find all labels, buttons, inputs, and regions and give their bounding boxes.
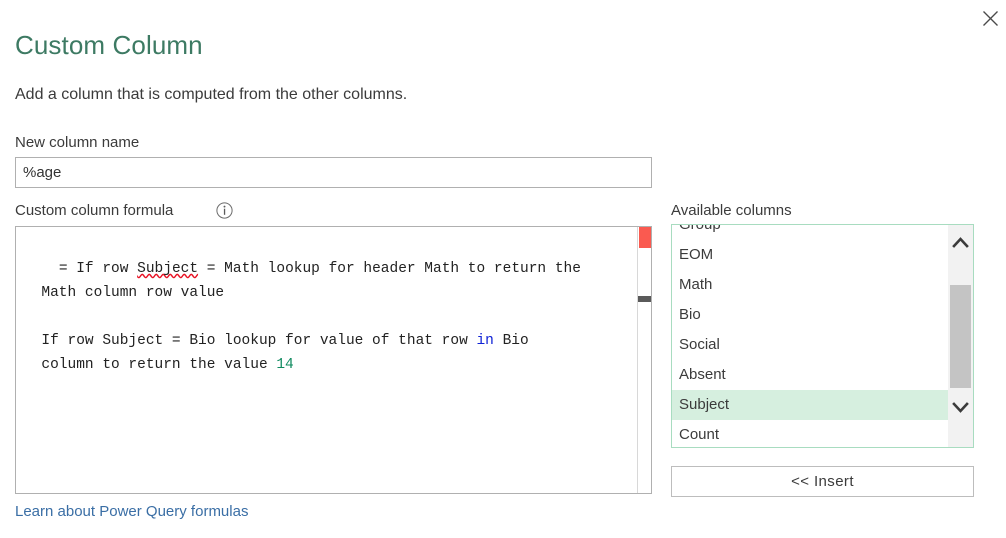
available-columns-label: Available columns (671, 202, 792, 219)
available-columns-scrollbar[interactable] (948, 225, 973, 447)
list-item[interactable]: Social (672, 330, 949, 360)
list-item-label: Subject (679, 396, 730, 413)
list-item-label: Social (679, 336, 720, 353)
info-icon[interactable] (216, 202, 233, 219)
new-column-name-input[interactable] (15, 157, 652, 188)
learn-about-power-query-formulas-link[interactable]: Learn about Power Query formulas (15, 502, 248, 521)
custom-column-formula-editor[interactable]: = If row Subject = Math lookup for heade… (15, 226, 652, 494)
formula-keyword-token: in (476, 333, 494, 349)
list-item-label: EOM (679, 246, 714, 263)
error-marker[interactable] (639, 227, 651, 248)
available-columns-list: Group EOM Math Bio Social Absent Subject… (672, 224, 949, 447)
list-item[interactable]: EOM (672, 240, 949, 270)
list-item-label: Count (679, 426, 720, 443)
list-item-selected[interactable]: Subject (672, 390, 949, 420)
list-item-label: Math (679, 276, 713, 293)
formula-number-token: 14 (276, 357, 294, 373)
list-item-label: Absent (679, 366, 726, 383)
chevron-up-icon[interactable] (948, 229, 973, 257)
page-title: Custom Column (15, 30, 203, 60)
formula-segment: = If row (58, 261, 138, 277)
scrollbar-thumb[interactable] (950, 285, 971, 388)
close-button[interactable] (975, 0, 1006, 30)
formula-misspelled-token: Subject (137, 261, 199, 277)
formula-error-gutter[interactable] (637, 227, 651, 493)
close-icon (975, 10, 1006, 27)
gutter-scroll-thumb[interactable] (638, 296, 651, 302)
list-item[interactable]: Bio (672, 300, 949, 330)
dialog-description: Add a column that is computed from the o… (15, 86, 408, 103)
available-columns-listbox[interactable]: Group EOM Math Bio Social Absent Subject… (671, 224, 974, 448)
list-item[interactable]: Group (672, 224, 949, 240)
insert-button[interactable]: << Insert (671, 466, 974, 497)
new-column-name-label: New column name (15, 134, 140, 151)
list-item[interactable]: Math (672, 270, 949, 300)
list-item-label: Bio (679, 306, 701, 323)
custom-column-formula-label: Custom column formula (15, 202, 174, 219)
chevron-down-icon[interactable] (948, 393, 973, 421)
formula-text[interactable]: = If row Subject = Math lookup for heade… (24, 233, 624, 401)
list-item[interactable]: Absent (672, 360, 949, 390)
list-item-label: Group (679, 224, 721, 233)
list-item[interactable]: Count (672, 420, 949, 447)
